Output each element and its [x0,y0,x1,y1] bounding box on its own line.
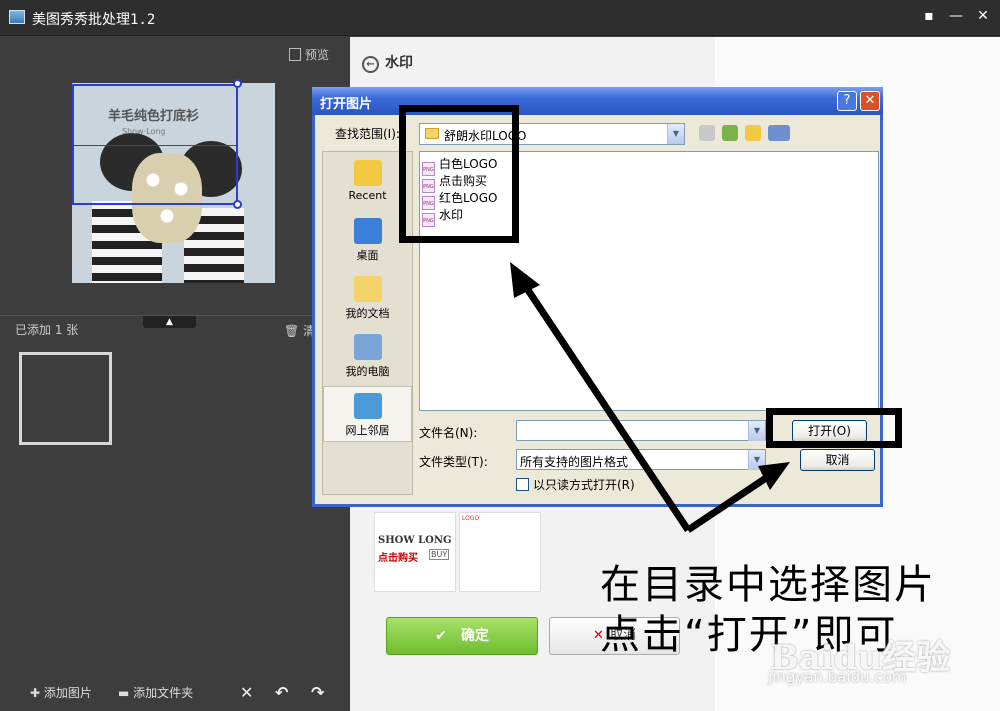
arrow-head [510,262,540,298]
baidu-watermark-url: jingyan.baidu.com [768,668,907,686]
arrow-line [517,276,691,532]
